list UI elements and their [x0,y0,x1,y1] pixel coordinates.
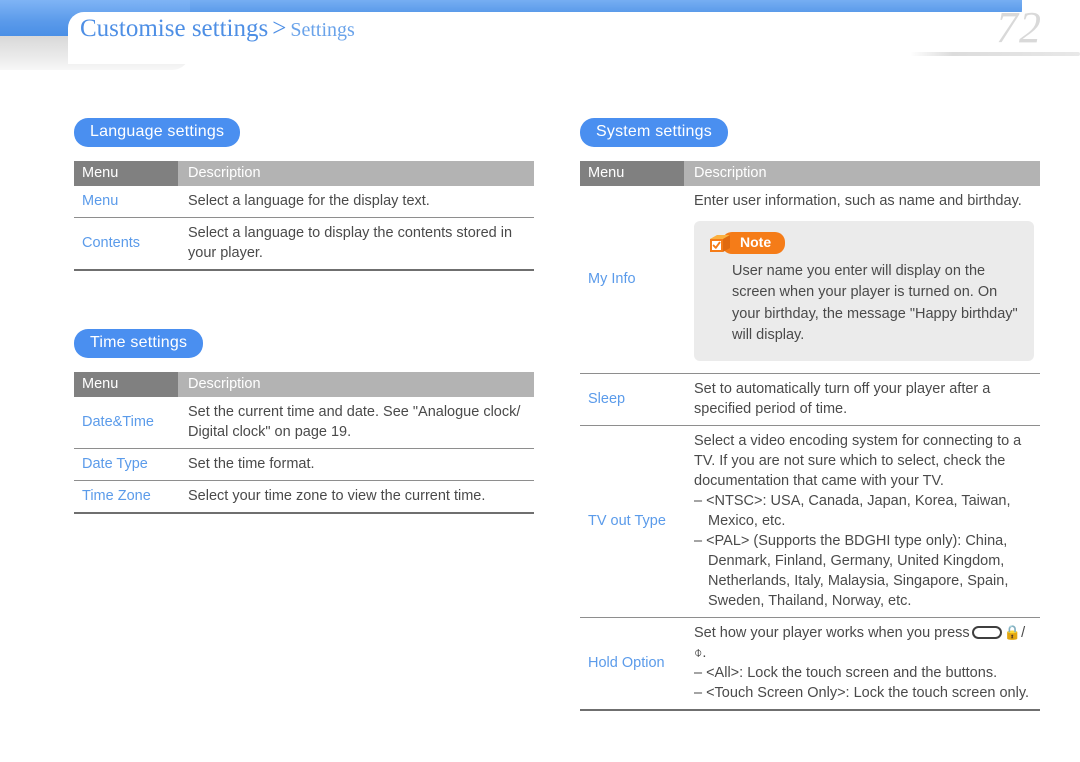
table-row-sleep: Sleep Set to automatically turn off your… [580,373,1040,426]
description-date-time: Set the current time and date. See "Anal… [178,397,534,449]
column-header-description: Description [178,372,534,397]
column-header-menu: Menu [580,161,684,186]
breadcrumb-main: Customise settings [80,15,269,42]
bullet-tv-ntsc-text: <NTSC>: USA, Canada, Japan, Korea, Taiwa… [706,492,1011,529]
description-my-info-text: Enter user information, such as name and… [694,193,1022,209]
menu-label-lang-contents[interactable]: Contents [74,217,178,271]
column-header-description: Description [178,161,534,186]
menu-label-tv-out-type[interactable]: TV out Type [580,425,684,618]
menu-label-sleep[interactable]: Sleep [580,373,684,426]
table-row: Time Zone Select your time zone to view … [74,480,534,514]
breadcrumb: Customise settings > Settings [80,16,355,41]
table-header-row: Menu Description [74,161,534,186]
bullet-tv-ntsc: – <NTSC>: USA, Canada, Japan, Korea, Tai… [694,491,1034,531]
menu-label-lang-menu[interactable]: Menu [74,186,178,218]
bullet-hold-touch-text: <Touch Screen Only>: Lock the touch scre… [706,684,1030,701]
left-column: Language settings Menu Description Menu … [74,118,534,514]
note-header: Note [708,231,1020,255]
description-lang-contents: Select a language to display the content… [178,217,534,271]
description-lang-menu: Select a language for the display text. [178,186,534,218]
description-date-type: Set the time format. [178,448,534,481]
description-sleep: Set to automatically turn off your playe… [684,373,1040,426]
bullet-hold-touch: – <Touch Screen Only>: Lock the touch sc… [694,683,1034,703]
bullet-tv-pal-text: <PAL> (Supports the BDGHI type only): Ch… [706,532,1009,609]
column-header-menu: Menu [74,161,178,186]
section-time-settings: Time settings Menu Description Date&Time… [74,329,534,514]
dash-marker: – [694,532,707,549]
table-row-hold-option: Hold Option Set how your player works wh… [580,617,1040,711]
dash-marker: – [694,664,707,681]
description-my-info: Enter user information, such as name and… [684,186,1040,374]
bullet-hold-all: – <All>: Lock the touch screen and the b… [694,663,1034,683]
menu-label-date-type[interactable]: Date Type [74,448,178,481]
table-row: Date Type Set the time format. [74,448,534,481]
description-tv-out-type: Select a video encoding system for conne… [684,425,1040,618]
table-row: Menu Select a language for the display t… [74,186,534,218]
hold-switch-icon [971,625,1002,639]
lock-icon: 🔒 [1003,623,1022,640]
description-hold-option-prefix: Set how your player works when you press [694,624,970,641]
column-header-description: Description [684,161,1040,186]
note-text: User name you enter will display on the … [732,263,1018,344]
column-header-menu: Menu [74,372,178,397]
menu-label-time-zone[interactable]: Time Zone [74,480,178,514]
table-row-tv-out-type: TV out Type Select a video encoding syst… [580,425,1040,618]
description-time-zone: Select your time zone to view the curren… [178,480,534,514]
table-language-settings: Menu Description Menu Select a language … [74,161,534,271]
right-column: System settings Menu Description My Info… [580,118,1040,711]
description-tv-out-type-text: Select a video encoding system for conne… [694,432,1022,489]
menu-label-my-info[interactable]: My Info [580,186,684,374]
slash-separator: / [1021,624,1026,641]
description-hold-option: Set how your player works when you press… [684,617,1040,711]
table-row-my-info: My Info Enter user information, such as … [580,186,1040,374]
description-hold-option-suffix: . [702,644,707,661]
table-system-settings: Menu Description My Info Enter user info… [580,161,1040,711]
table-header-row: Menu Description [74,372,534,397]
page-number: 72 [996,3,1042,52]
dash-marker: – [694,684,707,701]
table-row: Contents Select a language to display th… [74,217,534,271]
page-number-rule [910,52,1080,56]
table-row: Date&Time Set the current time and date.… [74,397,534,449]
section-title-system-settings: System settings [580,118,728,147]
section-system-settings: System settings Menu Description My Info… [580,118,1040,711]
breadcrumb-sub: Settings [290,19,355,41]
section-title-language-settings: Language settings [74,118,241,147]
note-cube-icon [708,231,732,255]
bullet-tv-pal: – <PAL> (Supports the BDGHI type only): … [694,531,1034,611]
section-title-time-settings: Time settings [74,329,204,358]
breadcrumb-separator: > [272,15,287,42]
menu-label-hold-option[interactable]: Hold Option [580,617,684,711]
table-header-row: Menu Description [580,161,1040,186]
dash-marker: – [694,492,707,509]
section-language-settings: Language settings Menu Description Menu … [74,118,534,271]
table-time-settings: Menu Description Date&Time Set the curre… [74,372,534,514]
note-box: Note User name you enter will display on… [694,221,1034,361]
bullet-hold-all-text: <All>: Lock the touch screen and the but… [706,664,998,681]
menu-label-date-time[interactable]: Date&Time [74,397,178,449]
